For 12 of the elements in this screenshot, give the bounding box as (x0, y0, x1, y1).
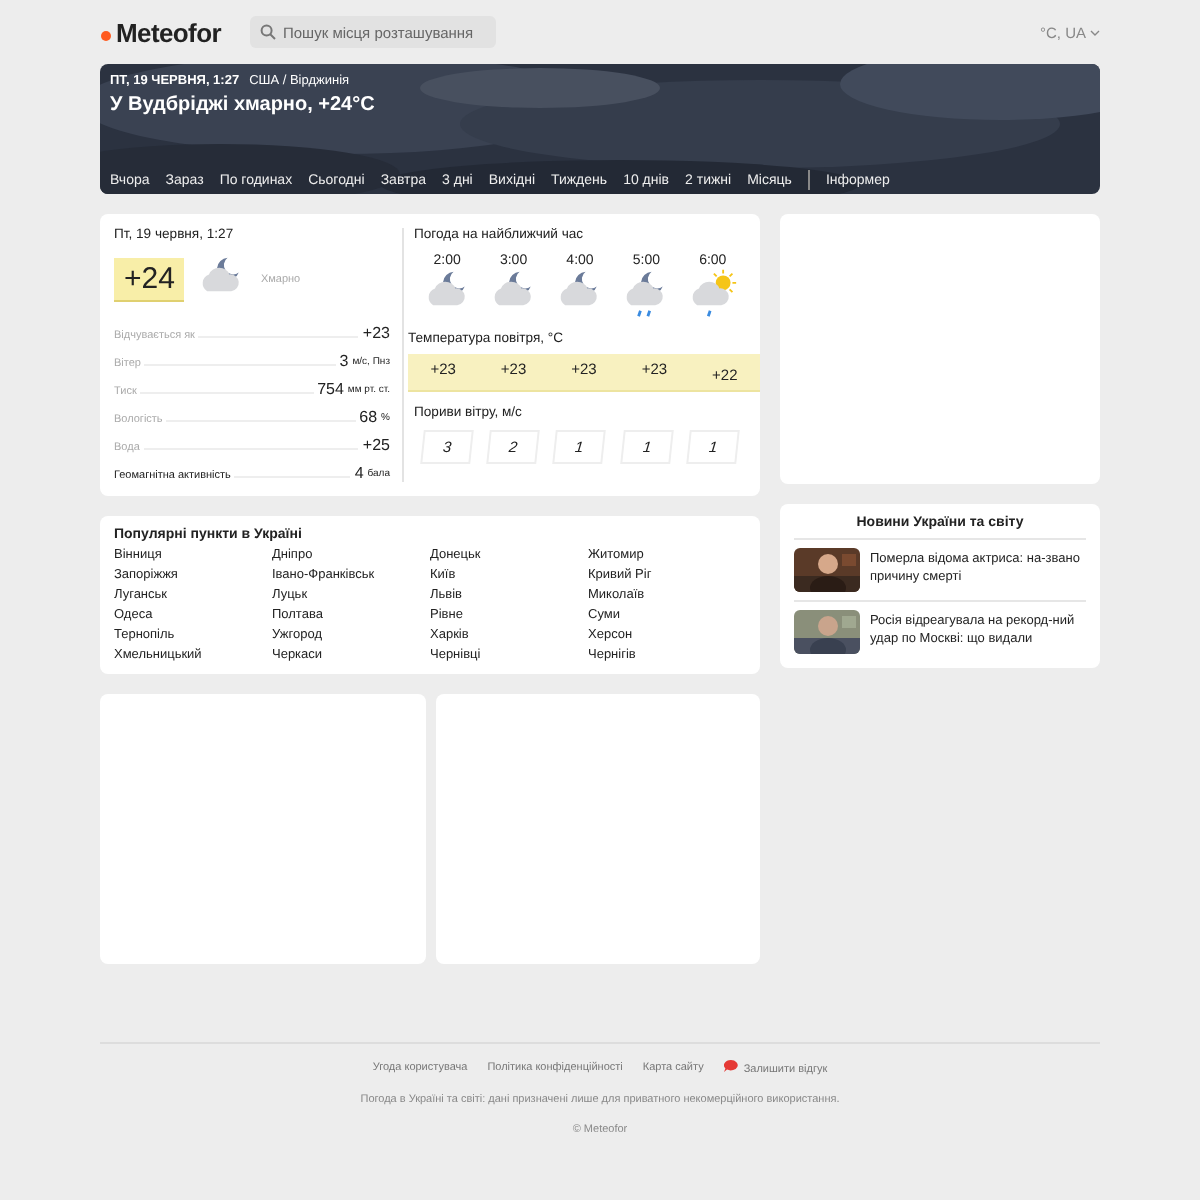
current-temperature: +24 (114, 258, 185, 302)
chat-icon (723, 1060, 738, 1072)
detail-value: 754 (317, 380, 344, 398)
logo[interactable]: Meteofor (100, 17, 221, 47)
weather-headline: У Вудбріджі хмарно, +24°C (110, 94, 377, 116)
detail-value: +23 (362, 324, 390, 342)
search-icon (259, 24, 275, 40)
chevron-down-icon (1090, 29, 1100, 35)
detail-value: 3 (339, 352, 349, 370)
detail-value: 68 (359, 408, 378, 426)
detail-value: +25 (362, 436, 390, 454)
detail-value: 4 (354, 464, 364, 482)
